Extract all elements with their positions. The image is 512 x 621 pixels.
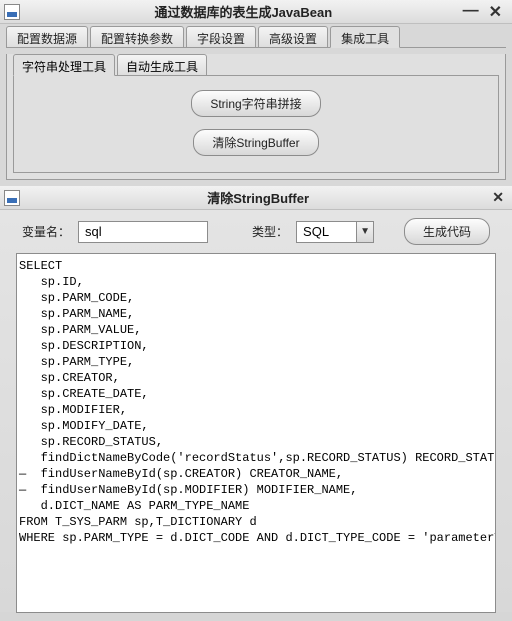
sql-editor[interactable]: SELECT sp.ID, sp.PARM_CODE, sp.PARM_NAME… (16, 253, 496, 613)
var-label: 变量名： (22, 223, 70, 240)
main-tabs: 配置数据源 配置转换参数 字段设置 高级设置 集成工具 (6, 26, 506, 48)
lower-panel: 变量名： 类型： ▼ 生成代码 SELECT sp.ID, sp.PARM_CO… (0, 210, 512, 621)
tab-field-settings[interactable]: 字段设置 (186, 26, 256, 48)
inner-app-icon (4, 190, 20, 206)
string-concat-button[interactable]: String字符串拼接 (191, 90, 320, 117)
type-dropdown-button[interactable]: ▼ (356, 221, 374, 243)
close-button[interactable] (489, 2, 502, 22)
sub-tabs: 字符串处理工具 自动生成工具 (13, 54, 499, 76)
subtab-auto-gen[interactable]: 自动生成工具 (117, 54, 207, 76)
subtab-string-tools[interactable]: 字符串处理工具 (13, 54, 115, 76)
tab-datasource[interactable]: 配置数据源 (6, 26, 88, 48)
inner-close-button[interactable]: ✕ (492, 189, 504, 206)
window-buttons (463, 2, 502, 22)
app-icon (4, 4, 20, 20)
type-input[interactable] (296, 221, 356, 243)
clear-stringbuffer-button[interactable]: 清除StringBuffer (193, 129, 318, 156)
tab-advanced[interactable]: 高级设置 (258, 26, 328, 48)
minimize-button[interactable] (463, 2, 479, 22)
control-row: 变量名： 类型： ▼ 生成代码 (6, 210, 506, 253)
sub-body: String字符串拼接 清除StringBuffer (13, 76, 499, 173)
title-bar: 通过数据库的表生成JavaBean (0, 0, 512, 24)
type-label: 类型： (252, 223, 288, 240)
inner-window-title: 清除StringBuffer (24, 188, 492, 207)
tab-body: 字符串处理工具 自动生成工具 String字符串拼接 清除StringBuffe… (6, 54, 506, 180)
tab-transform-params[interactable]: 配置转换参数 (90, 26, 184, 48)
main-frame: 配置数据源 配置转换参数 字段设置 高级设置 集成工具 字符串处理工具 自动生成… (0, 24, 512, 186)
type-combo[interactable]: ▼ (296, 221, 374, 243)
window-title: 通过数据库的表生成JavaBean (24, 2, 463, 21)
generate-code-button[interactable]: 生成代码 (404, 218, 490, 245)
var-name-input[interactable] (78, 221, 208, 243)
inner-title-bar: 清除StringBuffer ✕ (0, 186, 512, 210)
tab-integration-tools[interactable]: 集成工具 (330, 26, 400, 48)
